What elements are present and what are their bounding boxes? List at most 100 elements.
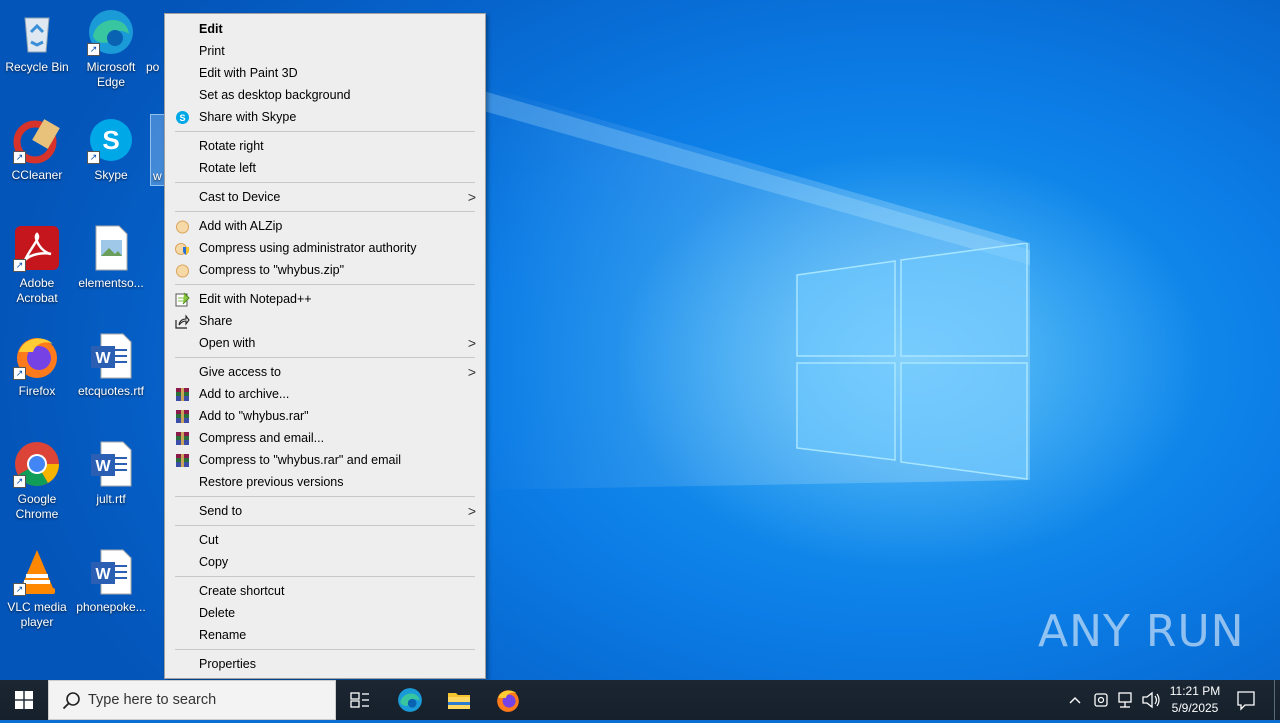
menu-item-cut[interactable]: Cut	[165, 529, 485, 551]
context-menu: Edit Print Edit with Paint 3D Set as deskto…	[164, 13, 486, 679]
desktop-icon-firefox[interactable]: ↗ Firefox	[0, 332, 74, 399]
menu-item-add-with-alzip[interactable]: Add with ALZip	[165, 215, 485, 237]
word-document-icon: W	[87, 440, 135, 488]
notification-icon	[1237, 691, 1255, 711]
share-icon	[175, 314, 190, 329]
menu-item-compress-using-administrator-authority[interactable]: Compress using administrator authority	[165, 237, 485, 259]
menu-item-delete[interactable]: Delete	[165, 602, 485, 624]
desktop-icon-adobe-acrobat[interactable]: ↗ Adobe Acrobat	[0, 224, 74, 306]
svg-text:S: S	[102, 125, 119, 155]
menu-item-rotate-right[interactable]: Rotate right	[165, 135, 485, 157]
desktop-icon-elementso[interactable]: elementso...	[74, 224, 148, 291]
menu-item-set-as-desktop-background[interactable]: Set as desktop background	[165, 84, 485, 106]
desktop-icon-recycle-bin[interactable]: Recycle Bin	[0, 8, 74, 75]
alzip-icon	[176, 264, 189, 278]
document-icon	[146, 8, 166, 56]
shield-icon	[175, 243, 189, 255]
menu-item-restore-previous-versions[interactable]: Restore previous versions	[165, 471, 485, 493]
menu-item-cast-to-device[interactable]: Cast to Device >	[165, 186, 485, 208]
alzip-icon	[176, 220, 189, 234]
winrar-icon	[176, 388, 189, 401]
recycle-bin-icon	[13, 8, 61, 56]
menu-item-edit-with-notepad[interactable]: Edit with Notepad++	[165, 288, 485, 310]
desktop-icon-label: Firefox	[18, 384, 56, 398]
desktop-icon-phonepoke[interactable]: W phonepoke...	[74, 548, 148, 615]
menu-item-share[interactable]: Share	[165, 310, 485, 332]
menu-item-label: Create shortcut	[199, 584, 285, 598]
menu-item-share-with-skype[interactable]: S Share with Skype	[165, 106, 485, 128]
menu-item-send-to[interactable]: Send to >	[165, 500, 485, 522]
menu-separator	[175, 211, 475, 212]
desktop-icon-google-chrome[interactable]: ↗ Google Chrome	[0, 440, 74, 522]
submenu-arrow-icon: >	[467, 503, 476, 519]
menu-item-label: Properties	[199, 657, 256, 671]
search-placeholder: Type here to search	[88, 692, 217, 708]
anyrun-watermark: ANY RUN	[1038, 606, 1245, 657]
menu-item-label: Restore previous versions	[199, 475, 344, 489]
taskbar-firefox-button[interactable]	[484, 680, 532, 720]
volume-button[interactable]	[1141, 680, 1163, 720]
taskbar-file-explorer-button[interactable]	[435, 680, 483, 720]
shortcut-arrow-icon: ↗	[87, 151, 100, 164]
taskbar-search-box[interactable]: Type here to search	[48, 680, 336, 720]
menu-item-label: Rename	[199, 628, 247, 642]
menu-separator	[175, 576, 475, 577]
shortcut-arrow-icon: ↗	[87, 43, 100, 56]
menu-item-add-to-whybus-rar[interactable]: Add to "whybus.rar"	[165, 405, 485, 427]
tray-camera-button[interactable]	[1093, 680, 1113, 720]
desktop-icon-label: VLC media player	[7, 600, 67, 629]
menu-separator	[175, 182, 475, 183]
menu-item-give-access-to[interactable]: Give access to >	[165, 361, 485, 383]
desktop-icon-label: po	[146, 60, 160, 74]
menu-item-properties[interactable]: Properties	[165, 653, 485, 675]
network-icon	[1118, 692, 1132, 708]
menu-item-label: Share with Skype	[199, 110, 297, 124]
chrome-icon: ↗	[13, 440, 61, 488]
menu-item-label: Print	[199, 44, 225, 58]
menu-item-open-with[interactable]: Open with >	[165, 332, 485, 354]
menu-item-label: Send to	[199, 504, 243, 518]
menu-item-edit[interactable]: Edit	[165, 18, 485, 40]
desktop-icon-etcquotes[interactable]: W etcquotes.rtf	[74, 332, 148, 399]
desktop-icon-microsoft-edge[interactable]: ↗ Microsoft Edge	[74, 8, 148, 90]
desktop-icon-label: CCleaner	[11, 168, 63, 182]
menu-item-copy[interactable]: Copy	[165, 551, 485, 573]
menu-item-compress-to-whybus-zip[interactable]: Compress to "whybus.zip"	[165, 259, 485, 281]
menu-item-rotate-left[interactable]: Rotate left	[165, 157, 485, 179]
menu-item-label: Edit with Notepad++	[199, 292, 312, 306]
show-desktop-divider[interactable]	[1274, 680, 1275, 720]
desktop-icon-skype[interactable]: S ↗ Skype	[74, 116, 148, 183]
menu-item-rename[interactable]: Rename	[165, 624, 485, 646]
menu-item-add-to-archive[interactable]: Add to archive...	[165, 383, 485, 405]
show-hidden-icons-button[interactable]	[1068, 680, 1088, 720]
clock-time: 11:21 PM	[1169, 684, 1221, 698]
menu-item-label: Rotate right	[199, 139, 264, 153]
winrar-icon	[176, 410, 189, 423]
meet-now-icon	[1094, 693, 1108, 707]
desktop-icon-vlc[interactable]: ↗ VLC media player	[0, 548, 74, 630]
desktop-icon-ccleaner[interactable]: ↗ CCleaner	[0, 116, 74, 183]
menu-item-label: Add with ALZip	[199, 219, 283, 233]
menu-item-edit-with-paint-3d[interactable]: Edit with Paint 3D	[165, 62, 485, 84]
acrobat-icon: ↗	[13, 224, 61, 272]
menu-item-label: Share	[199, 314, 233, 328]
action-center-button[interactable]	[1236, 680, 1262, 720]
firefox-icon: ↗	[13, 332, 61, 380]
network-button[interactable]	[1116, 680, 1138, 720]
menu-item-compress-to-whybus-rar-and-email[interactable]: Compress to "whybus.rar" and email	[165, 449, 485, 471]
menu-item-label: Edit with Paint 3D	[199, 66, 298, 80]
menu-item-label: Compress using administrator authority	[199, 241, 417, 255]
menu-item-create-shortcut[interactable]: Create shortcut	[165, 580, 485, 602]
menu-item-compress-and-email[interactable]: Compress and email...	[165, 427, 485, 449]
desktop-icon-partial[interactable]: po	[146, 8, 166, 75]
desktop-icon-jult[interactable]: W jult.rtf	[74, 440, 148, 507]
taskbar-edge-button[interactable]	[386, 680, 434, 720]
desktop-icon-label: Recycle Bin	[5, 60, 69, 74]
task-view-button[interactable]	[336, 680, 384, 720]
submenu-arrow-icon: >	[467, 189, 476, 205]
start-button[interactable]	[0, 680, 48, 720]
vlc-icon: ↗	[13, 548, 61, 596]
menu-item-print[interactable]: Print	[165, 40, 485, 62]
taskbar-clock[interactable]: 11:21 PM 5/9/2025	[1162, 683, 1228, 717]
submenu-arrow-icon: >	[467, 335, 476, 351]
